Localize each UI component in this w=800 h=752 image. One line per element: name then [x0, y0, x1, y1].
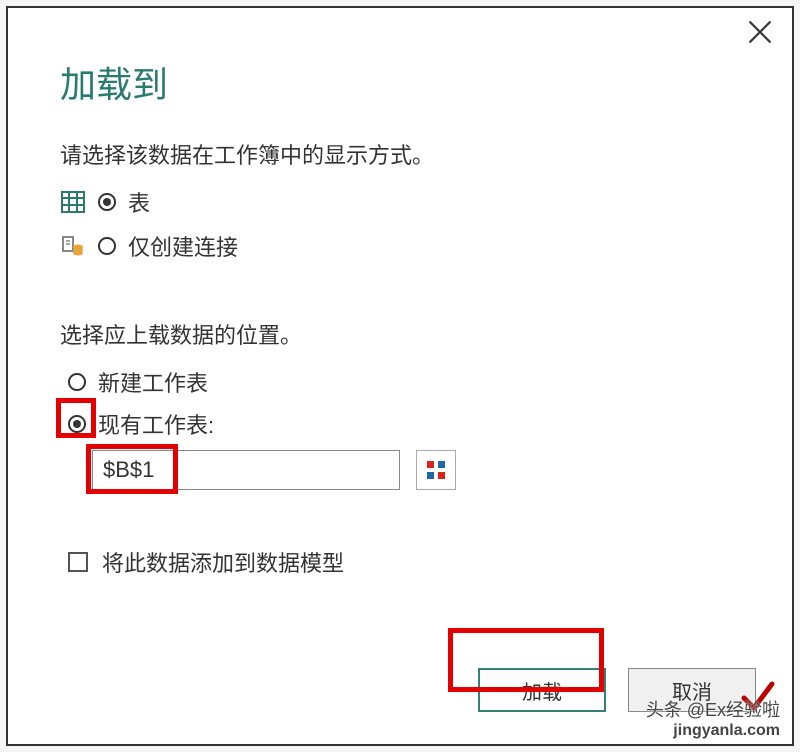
option-existing-sheet-label: 现有工作表: [98, 408, 214, 440]
table-icon [60, 191, 86, 213]
range-selector-button[interactable] [416, 450, 456, 490]
dialog-button-row: 加载 取消 [478, 668, 756, 712]
dialog-window: 加载到 请选择该数据在工作簿中的显示方式。 表 [6, 6, 794, 746]
radio-existing-sheet[interactable] [68, 415, 86, 433]
option-connection-label: 仅创建连接 [128, 230, 238, 262]
radio-new-sheet[interactable] [68, 373, 86, 391]
connection-icon [60, 235, 86, 257]
add-to-data-model-label: 将此数据添加到数据模型 [102, 546, 344, 578]
option-table-label: 表 [128, 186, 150, 218]
instruction-display-mode: 请选择该数据在工作簿中的显示方式。 [60, 138, 434, 170]
radio-connection-only[interactable] [98, 237, 116, 255]
add-to-data-model-checkbox[interactable] [68, 552, 88, 572]
option-table-row[interactable]: 表 [60, 186, 150, 218]
cancel-button[interactable]: 取消 [628, 668, 756, 712]
instruction-location: 选择应上载数据的位置。 [60, 318, 302, 350]
option-connection-row[interactable]: 仅创建连接 [60, 230, 238, 262]
option-new-sheet-label: 新建工作表 [98, 366, 208, 398]
close-icon[interactable] [746, 18, 774, 46]
add-to-data-model-row[interactable]: 将此数据添加到数据模型 [68, 546, 344, 578]
cell-reference-group [92, 450, 456, 490]
cell-reference-input[interactable] [92, 450, 400, 490]
radio-table[interactable] [98, 193, 116, 211]
load-button[interactable]: 加载 [478, 668, 606, 712]
dialog-title: 加载到 [60, 56, 168, 108]
option-existing-sheet-row[interactable]: 现有工作表: [68, 408, 214, 440]
option-new-sheet-row[interactable]: 新建工作表 [68, 366, 208, 398]
